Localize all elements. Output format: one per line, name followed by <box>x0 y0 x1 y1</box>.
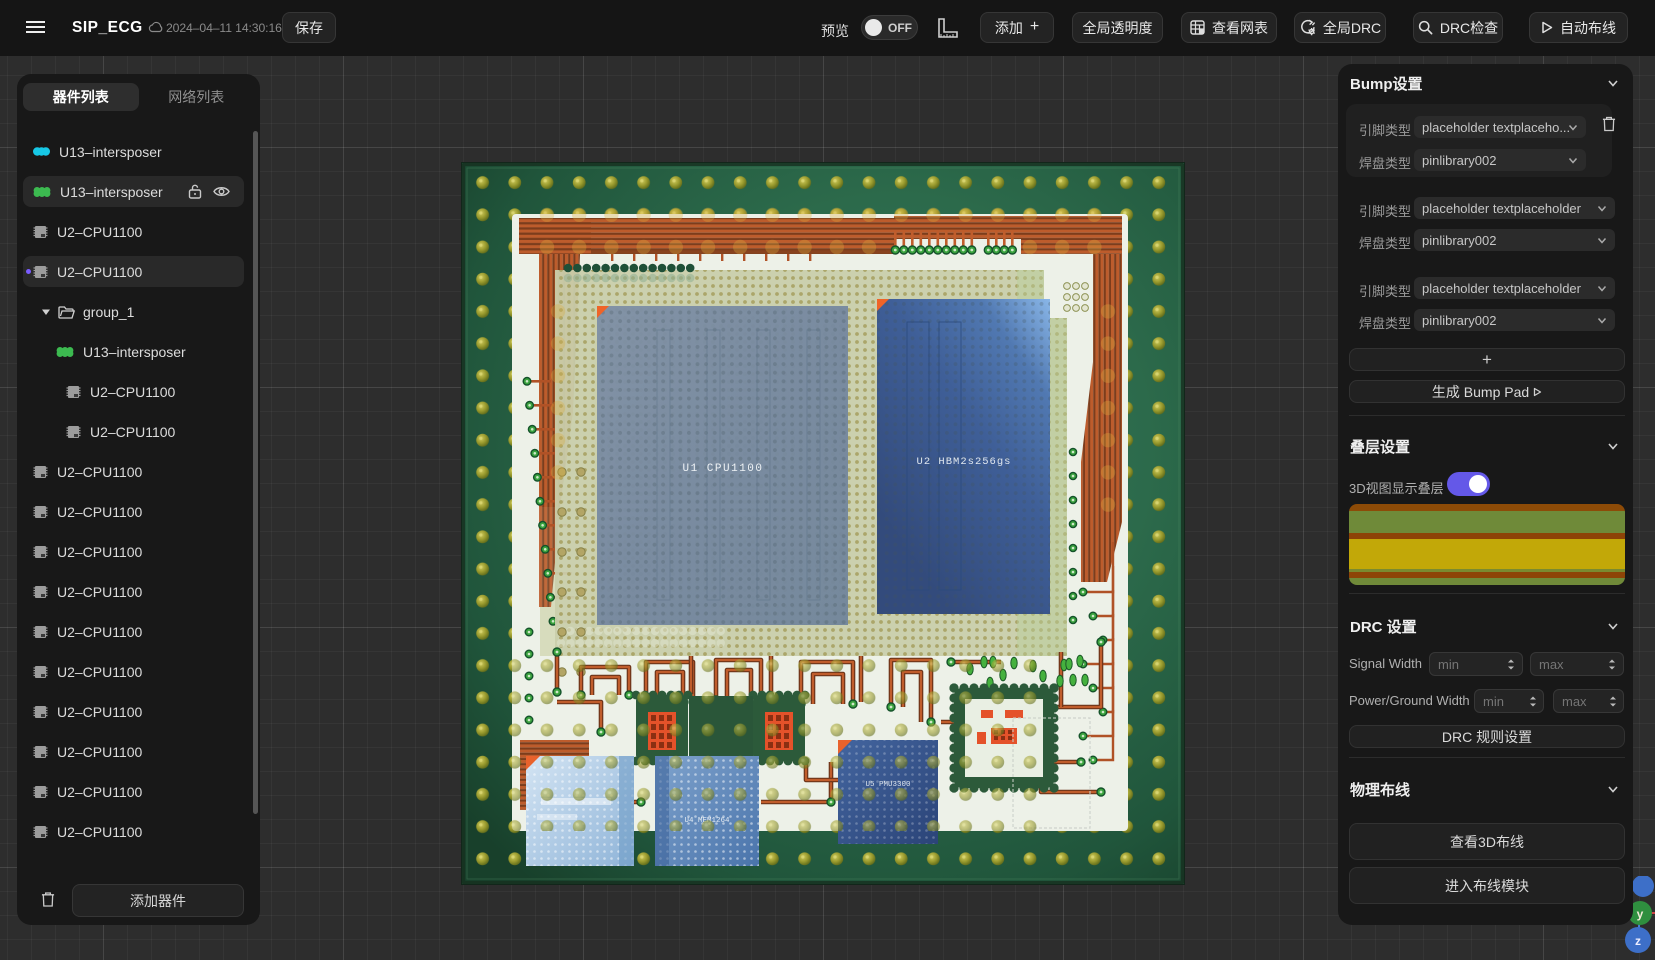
svg-text:U2 HBM2s256gs: U2 HBM2s256gs <box>917 456 1012 468</box>
svg-text:y: y <box>1637 907 1644 921</box>
svg-text:z: z <box>1635 934 1641 948</box>
svg-text:U1 CPU1100: U1 CPU1100 <box>682 463 763 475</box>
